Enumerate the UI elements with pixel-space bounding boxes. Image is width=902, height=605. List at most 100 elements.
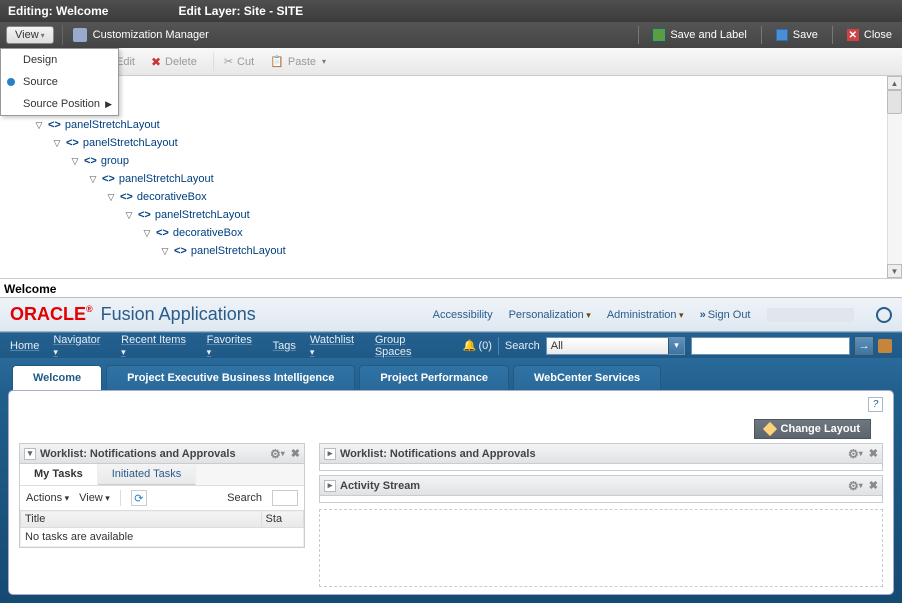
- search-link[interactable]: Search: [227, 492, 262, 504]
- refresh-icon[interactable]: ⟳: [131, 490, 147, 506]
- gear-icon[interactable]: ⚙: [270, 447, 281, 461]
- gear-icon[interactable]: ⚙: [848, 447, 859, 461]
- table-row: No tasks are available: [21, 528, 304, 547]
- scroll-thumb[interactable]: [887, 90, 902, 114]
- tasks-table: Title Sta No tasks are available: [20, 510, 304, 547]
- oracle-logo: ORACLE®: [10, 304, 93, 325]
- tree-node[interactable]: ▽<>decorativeBox: [142, 224, 902, 242]
- administration-menu[interactable]: Administration: [607, 309, 684, 321]
- cut-icon: ✂: [224, 55, 233, 68]
- signed-in-user: xxxxxxxxxxxxx: [767, 308, 855, 322]
- tag-icon: <>: [84, 155, 97, 167]
- expand-icon[interactable]: ▸: [324, 480, 336, 492]
- editor-toolbar: View ▾ Customization Manager Save and La…: [0, 22, 902, 48]
- customization-manager-link[interactable]: Customization Manager: [73, 28, 209, 42]
- nav-favorites[interactable]: Favorites: [207, 334, 259, 358]
- activity-stream-portlet: ▸ Activity Stream ⚙▾ ✖: [319, 475, 883, 503]
- delete-icon: ✖: [151, 55, 161, 69]
- close-icon[interactable]: ✖: [869, 447, 878, 460]
- tab-initiated-tasks[interactable]: Initiated Tasks: [98, 464, 197, 485]
- scroll-up-icon[interactable]: ▲: [887, 76, 902, 90]
- search-scope-select[interactable]: All ▾: [546, 337, 685, 355]
- worklist-toolbar: Actions View ⟳ Search: [20, 486, 304, 510]
- tree-node[interactable]: ▽<>panelStretchLayout: [160, 242, 902, 260]
- col-status[interactable]: Sta: [261, 511, 303, 528]
- view-menu-source-position[interactable]: Source Position ▶: [1, 93, 118, 115]
- tab-my-tasks[interactable]: My Tasks: [20, 464, 98, 485]
- save-button[interactable]: Save: [776, 29, 818, 41]
- nav-recent-items[interactable]: Recent Items: [121, 334, 192, 358]
- drop-region[interactable]: [319, 509, 883, 587]
- close-icon: ✕: [847, 29, 859, 41]
- editing-title: Editing: Welcome: [8, 0, 108, 22]
- actions-menu[interactable]: Actions: [26, 492, 69, 504]
- tree-node[interactable]: ▽<>group: [70, 152, 902, 170]
- source-tree-pane: ▽<>panelStretchLayout ▽<>panelStretchLay…: [0, 76, 902, 278]
- delete-button[interactable]: ✖Delete: [151, 55, 197, 69]
- gear-icon[interactable]: ⚙: [848, 479, 859, 493]
- personalization-menu[interactable]: Personalization: [509, 309, 591, 321]
- nav-group-spaces[interactable]: Group Spaces: [375, 334, 445, 358]
- worklist-portlet-right: ▸ Worklist: Notifications and Approvals …: [319, 443, 883, 471]
- change-layout-button[interactable]: Change Layout: [754, 419, 871, 439]
- tree-node[interactable]: ▽<>panelStretchLayout: [88, 170, 902, 188]
- chevron-right-icon: ▶: [105, 99, 112, 110]
- col-title[interactable]: Title: [21, 511, 262, 528]
- nav-home[interactable]: Home: [10, 340, 39, 352]
- app-title: Fusion Applications: [101, 304, 256, 325]
- search-field[interactable]: [272, 490, 298, 506]
- tag-icon: <>: [102, 173, 115, 185]
- double-chevron-icon: »: [700, 309, 706, 321]
- view-menu-button[interactable]: View ▾: [6, 26, 54, 44]
- tag-icon: <>: [156, 227, 169, 239]
- tab-project-performance[interactable]: Project Performance: [359, 365, 509, 390]
- help-circle-icon[interactable]: [876, 307, 892, 323]
- view-menu-design[interactable]: Design: [1, 49, 118, 71]
- tab-welcome[interactable]: Welcome: [12, 365, 102, 390]
- brand-bar: ORACLE® Fusion Applications Accessibilit…: [0, 298, 902, 332]
- nav-navigator[interactable]: Navigator: [53, 334, 107, 358]
- close-button[interactable]: ✕ Close: [847, 29, 892, 41]
- paste-icon: 📋: [270, 55, 284, 68]
- expand-icon[interactable]: ▸: [324, 448, 336, 460]
- close-icon[interactable]: ✖: [291, 447, 300, 460]
- sign-out-link[interactable]: Sign Out: [708, 309, 751, 321]
- search-input[interactable]: [691, 337, 850, 355]
- tab-webcenter-services[interactable]: WebCenter Services: [513, 365, 661, 390]
- tree-node[interactable]: ▽<>decorativeBox: [106, 188, 902, 206]
- scroll-down-icon[interactable]: ▼: [887, 264, 902, 278]
- bell-icon[interactable]: 🔔: [463, 339, 477, 352]
- tag-icon: <>: [138, 209, 151, 221]
- scrollbar[interactable]: [887, 90, 902, 264]
- search-label: Search: [505, 340, 540, 352]
- nav-watchlist[interactable]: Watchlist: [310, 334, 361, 358]
- help-icon[interactable]: ?: [868, 397, 883, 412]
- chevron-down-icon: ▾: [322, 57, 326, 66]
- save-and-label-button[interactable]: Save and Label: [653, 29, 746, 41]
- close-icon[interactable]: ✖: [869, 479, 878, 492]
- tag-icon: <>: [48, 119, 61, 131]
- save-icon: [776, 29, 788, 41]
- notification-count: (0): [478, 340, 491, 352]
- edit-toolbar: Edit ✖Delete ✂Cut 📋Paste▾: [0, 48, 902, 76]
- worklist-portlet-left: ▾ Worklist: Notifications and Approvals …: [19, 443, 305, 548]
- chevron-down-icon: ▾: [41, 31, 45, 40]
- worklist-tabs: My Tasks Initiated Tasks: [20, 464, 304, 486]
- tab-pebi[interactable]: Project Executive Business Intelligence: [106, 365, 355, 390]
- workspace-panel: ? Change Layout ▾ Worklist: Notification…: [8, 390, 894, 595]
- global-nav: Home Navigator Recent Items Favorites Ta…: [0, 332, 902, 358]
- cut-button[interactable]: ✂Cut: [224, 55, 254, 68]
- tree-node[interactable]: ▽<>panelStretchLayout: [52, 134, 902, 152]
- nav-tags[interactable]: Tags: [273, 340, 296, 352]
- accessibility-link[interactable]: Accessibility: [433, 309, 493, 321]
- tree-node[interactable]: ▽<>panelStretchLayout: [34, 116, 902, 134]
- empty-message: No tasks are available: [21, 528, 304, 547]
- tree-node[interactable]: ▽<>panelStretchLayout: [124, 206, 902, 224]
- view-menu-source[interactable]: Source: [1, 71, 118, 93]
- workspace: ? Change Layout ▾ Worklist: Notification…: [0, 390, 902, 603]
- view-menu[interactable]: View: [79, 492, 110, 504]
- search-go-button[interactable]: →: [854, 336, 874, 356]
- search-options-icon[interactable]: [878, 339, 892, 353]
- collapse-icon[interactable]: ▾: [24, 448, 36, 460]
- paste-button[interactable]: 📋Paste▾: [270, 55, 326, 68]
